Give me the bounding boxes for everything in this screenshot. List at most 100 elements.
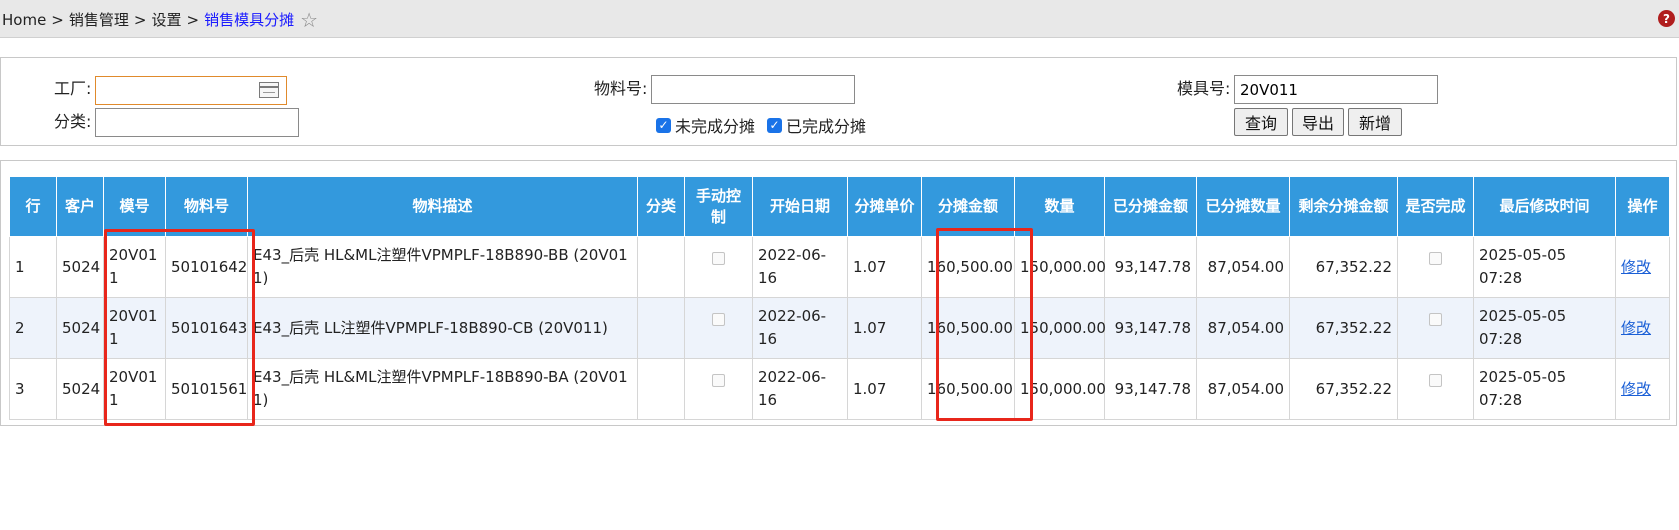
cell-completed (1397, 358, 1474, 420)
cell-remaining-amount: 67,352.22 (1289, 358, 1398, 420)
cell-allocated-quantity: 87,054.00 (1196, 358, 1290, 420)
col-header-completed[interactable]: 是否完成 (1397, 176, 1474, 237)
col-header-amount[interactable]: 分摊金额 (921, 176, 1015, 237)
cell-completed (1397, 297, 1474, 359)
col-header-action: 操作 (1615, 176, 1670, 237)
col-header-unit-price[interactable]: 分摊单价 (847, 176, 922, 237)
cell-description: E43_后壳 HL&ML注塑件VPMPLF-18B890-BA (20V011) (247, 358, 638, 420)
cell-unit-price: 1.07 (847, 297, 922, 359)
manual-control-checkbox (712, 251, 725, 265)
table-row: 2 5024 20V011 50101643 E43_后壳 LL注塑件VPMPL… (9, 297, 1670, 359)
breadcrumb-current-page: 销售模具分摊 (204, 11, 295, 29)
cell-mold: 20V011 (103, 297, 166, 359)
col-header-mold[interactable]: 模号 (103, 176, 166, 237)
col-header-allocated-amount[interactable]: 已分摊金额 (1104, 176, 1197, 237)
col-header-customer[interactable]: 客户 (56, 176, 104, 237)
cell-last-modified: 2025-05-05 07:28 (1473, 297, 1616, 359)
cell-customer: 5024 (56, 236, 104, 298)
cell-mold: 20V011 (103, 236, 166, 298)
edit-link[interactable]: 修改 (1621, 319, 1651, 337)
cell-mold: 20V011 (103, 358, 166, 420)
manual-control-checkbox (712, 312, 725, 326)
cell-action: 修改 (1615, 297, 1670, 359)
cell-material: 50101643 (165, 297, 248, 359)
mold-input[interactable] (1234, 75, 1438, 104)
factory-label: 工厂: (54, 79, 92, 98)
cell-start-date: 2022-06-16 (752, 358, 848, 420)
cell-quantity: 150,000.00 (1014, 358, 1106, 420)
breadcrumb-sales-management[interactable]: 销售管理 (69, 11, 129, 29)
filter-panel: 工厂: 分类: 物料号: ✓ 未完成分摊 ✓ 已完成分摊 模具号: 查询 导出 … (0, 57, 1677, 146)
cell-last-modified: 2025-05-05 07:28 (1473, 236, 1616, 298)
cell-category (637, 297, 685, 359)
export-button[interactable]: 导出 (1292, 108, 1344, 136)
breadcrumb: Home > 销售管理 > 设置 > 销售模具分摊 ☆ (2, 9, 318, 30)
col-header-material[interactable]: 物料号 (165, 176, 248, 237)
cell-unit-price: 1.07 (847, 358, 922, 420)
finished-checkbox-label: 已完成分摊 (786, 117, 867, 136)
col-header-start-date[interactable]: 开始日期 (752, 176, 848, 237)
unfinished-checkbox[interactable]: ✓ 未完成分摊 (656, 113, 755, 137)
col-header-remaining-amount[interactable]: 剩余分摊金额 (1289, 176, 1398, 237)
query-button[interactable]: 查询 (1234, 108, 1288, 136)
cell-material: 50101561 (165, 358, 248, 420)
edit-link[interactable]: 修改 (1621, 258, 1651, 276)
calendar-icon[interactable] (259, 82, 279, 98)
breadcrumb-home[interactable]: Home (2, 11, 46, 29)
finished-checkbox[interactable]: ✓ 已完成分摊 (767, 113, 866, 137)
cell-manual-control (684, 297, 753, 359)
cell-allocated-amount: 93,147.78 (1104, 358, 1197, 420)
breadcrumb-separator: > (133, 11, 147, 29)
checkbox-checked-icon: ✓ (656, 117, 671, 133)
cell-allocated-amount: 93,147.78 (1104, 297, 1197, 359)
cell-customer: 5024 (56, 358, 104, 420)
breadcrumb-separator: > (51, 11, 64, 29)
edit-link[interactable]: 修改 (1621, 380, 1651, 398)
material-label: 物料号: (594, 79, 648, 98)
cell-allocated-quantity: 87,054.00 (1196, 236, 1290, 298)
cell-action: 修改 (1615, 358, 1670, 420)
category-label: 分类: (54, 112, 92, 131)
material-input[interactable] (651, 75, 855, 104)
cell-material: 50101642 (165, 236, 248, 298)
cell-amount: 160,500.00 (921, 358, 1015, 420)
cell-row-num: 1 (9, 236, 57, 298)
cell-category (637, 236, 685, 298)
add-button[interactable]: 新增 (1348, 108, 1402, 136)
cell-manual-control (684, 236, 753, 298)
manual-control-checkbox (712, 373, 725, 387)
cell-row-num: 2 (9, 297, 57, 359)
cell-completed (1397, 236, 1474, 298)
cell-unit-price: 1.07 (847, 236, 922, 298)
cell-quantity: 150,000.00 (1014, 236, 1106, 298)
cell-amount: 160,500.00 (921, 297, 1015, 359)
breadcrumb-bar: Home > 销售管理 > 设置 > 销售模具分摊 ☆ ? (0, 0, 1679, 38)
table-header-row: 行 客户 模号 物料号 物料描述 分类 手动控制 开始日期 分摊单价 分摊金额 … (9, 176, 1670, 237)
allocation-table: 行 客户 模号 物料号 物料描述 分类 手动控制 开始日期 分摊单价 分摊金额 … (9, 176, 1670, 420)
cell-action: 修改 (1615, 236, 1670, 298)
cell-customer: 5024 (56, 297, 104, 359)
cell-category (637, 358, 685, 420)
col-header-last-modified[interactable]: 最后修改时间 (1473, 176, 1616, 237)
col-header-quantity[interactable]: 数量 (1014, 176, 1105, 237)
cell-remaining-amount: 67,352.22 (1289, 236, 1398, 298)
cell-description: E43_后壳 HL&ML注塑件VPMPLF-18B890-BB (20V011) (247, 236, 638, 298)
category-input[interactable] (95, 108, 299, 137)
col-header-allocated-quantity[interactable]: 已分摊数量 (1196, 176, 1290, 237)
help-icon[interactable]: ? (1658, 10, 1675, 27)
cell-manual-control (684, 358, 753, 420)
star-outline-icon[interactable]: ☆ (300, 10, 318, 30)
cell-allocated-amount: 93,147.78 (1104, 236, 1197, 298)
col-header-row-num[interactable]: 行 (9, 176, 57, 237)
completed-checkbox (1429, 251, 1442, 265)
cell-start-date: 2022-06-16 (752, 236, 848, 298)
col-header-manual-control[interactable]: 手动控制 (684, 176, 753, 237)
mold-label: 模具号: (1177, 79, 1231, 98)
breadcrumb-settings[interactable]: 设置 (151, 11, 181, 29)
breadcrumb-separator: > (186, 11, 200, 29)
cell-start-date: 2022-06-16 (752, 297, 848, 359)
checkbox-checked-icon: ✓ (767, 117, 782, 133)
col-header-description[interactable]: 物料描述 (247, 176, 638, 237)
col-header-category[interactable]: 分类 (637, 176, 685, 237)
cell-amount: 160,500.00 (921, 236, 1015, 298)
